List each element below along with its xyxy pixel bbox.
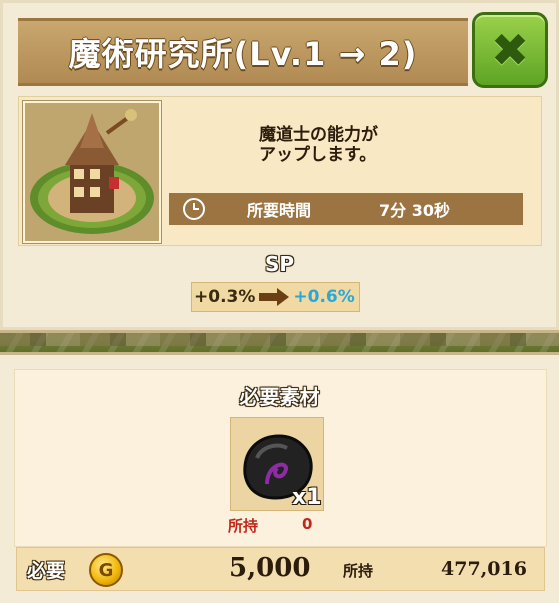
clock-icon [183,198,205,220]
building-image [22,100,162,244]
required-label: 必要 [27,560,66,582]
gold-cost-bar: 必要 G 5,000 所持 477,016 [16,547,545,591]
material-owned-value: 0 [302,515,313,533]
gold-required-value: 5,000 [229,553,311,583]
materials-panel: 必要素材 x1 所持 0 必要 G 5,000 所持 477,016 [0,352,559,603]
sp-change-box: +0.3% +0.6% [191,282,360,312]
materials-title: 必要素材 [239,385,320,409]
close-x-icon: ✖ [490,23,530,77]
material-owned-label: 所持 [228,517,259,535]
arrow-right-icon [259,288,290,306]
sp-old-value: +0.3% [194,287,256,307]
gold-owned-label: 所持 [343,562,374,580]
building-description: 魔道士の能力が アップします。 [259,125,378,165]
magic-tower-icon [25,103,159,241]
time-value: 7分 30秒 [379,201,450,220]
material-quantity: x1 [292,485,322,510]
building-info-box: 魔道士の能力が アップします。 所要時間 7分 30秒 [18,96,542,246]
close-button[interactable]: ✖ [472,12,548,88]
sp-new-value: +0.6% [293,287,355,307]
upgrade-panel: 魔術研究所(Lv.1 → 2) ✖ 魔道士の能力が アップします。 所要時間 7… [0,0,559,333]
title-bar: 魔術研究所(Lv.1 → 2) [18,18,468,86]
page-title: 魔術研究所(Lv.1 → 2) [68,35,418,73]
gold-coin-icon: G [89,553,123,587]
required-time-bar: 所要時間 7分 30秒 [169,193,523,225]
sp-title: SP [264,252,295,276]
time-label: 所要時間 [247,201,312,220]
gold-owned-value: 477,016 [441,558,527,580]
